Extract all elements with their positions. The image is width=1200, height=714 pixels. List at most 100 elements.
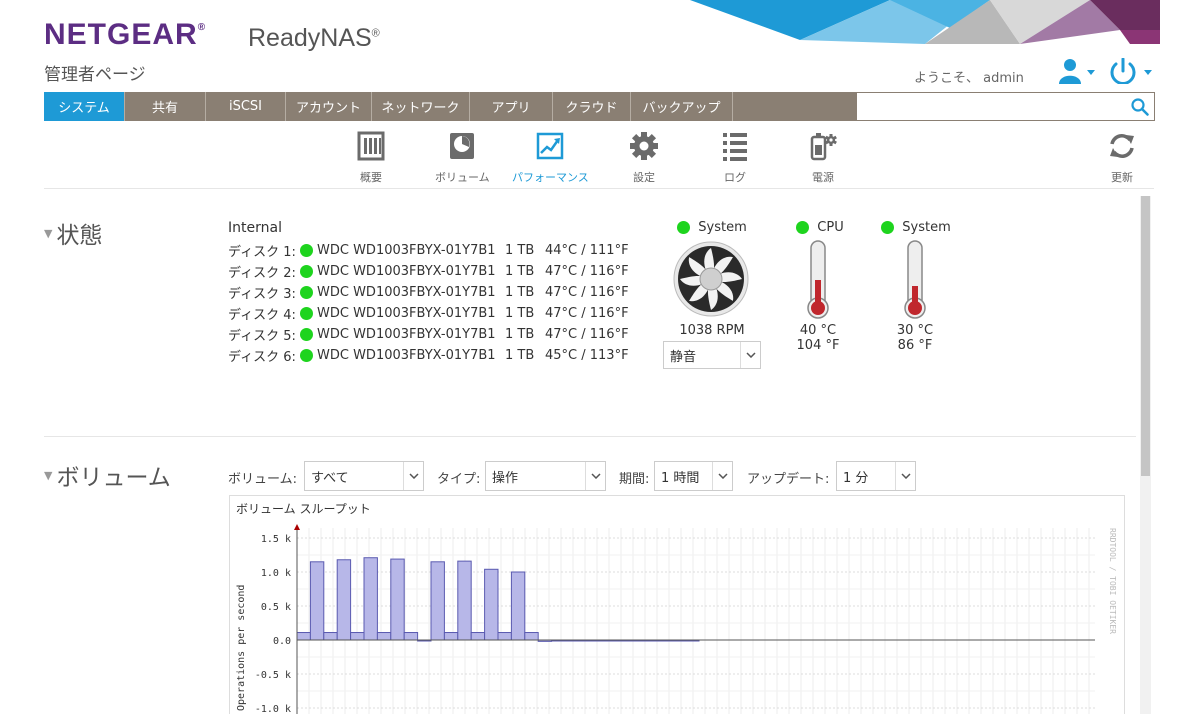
chart-bar: [457, 560, 472, 641]
tab-accounts[interactable]: アカウント: [286, 92, 372, 121]
chart-title: ボリューム スループット: [236, 502, 371, 516]
tab-system[interactable]: システム: [44, 92, 125, 121]
power-menu[interactable]: [1108, 57, 1156, 85]
chart-bar: [376, 632, 392, 641]
tab-shares[interactable]: 共有: [125, 92, 206, 121]
disk-capacity: 1 TB: [505, 306, 535, 321]
type-filter-select[interactable]: 操作: [485, 461, 606, 491]
disk-temp: 47°C / 116°F: [545, 306, 629, 321]
chart-bar: [470, 632, 486, 641]
subnav-logs[interactable]: ログ: [721, 131, 749, 185]
user-menu[interactable]: [1058, 58, 1102, 84]
chart-y-tick: -1.0 k: [255, 704, 291, 714]
tab-apps[interactable]: アプリ: [470, 92, 553, 121]
chart-bar: [497, 632, 512, 641]
system-temp-c: 30 °C: [896, 323, 934, 338]
chart-watermark: RRDTOOL / TOBI OETIKER: [1108, 528, 1117, 634]
cpu-sensor: CPU: [790, 220, 850, 235]
disk-temp: 45°C / 113°F: [545, 348, 629, 363]
volume-section-toggle[interactable]: ▼ ボリューム: [44, 458, 171, 492]
disk-row: ディスク 5: WDC WD1003FBYX-01Y7B1 1 TB 47°C / 1…: [228, 324, 629, 345]
disk-capacity: 1 TB: [505, 243, 535, 258]
tab-network[interactable]: ネットワーク: [372, 92, 470, 121]
content-scrollbar[interactable]: [1140, 196, 1151, 714]
main-nav: システム 共有 iSCSI アカウント ネットワーク アプリ クラウド バックア…: [44, 92, 856, 121]
chart-bar: [484, 568, 499, 641]
chart-axis-arrow: [294, 524, 300, 530]
performance-icon: [537, 132, 564, 160]
volume-section-title: ボリューム: [56, 465, 171, 491]
refresh-button[interactable]: 更新: [1108, 131, 1136, 185]
chart-y-tick: 1.0 k: [261, 568, 291, 579]
volume-icon: [450, 133, 475, 159]
status-section-toggle[interactable]: ▼ 状態: [44, 216, 102, 250]
volume-filter-select[interactable]: すべて: [304, 461, 424, 491]
disk-row: ディスク 1: WDC WD1003FBYX-01Y7B1 1 TB 44°C / 1…: [228, 240, 629, 261]
disk-name: ディスク 3:: [228, 287, 296, 302]
scrollbar-thumb[interactable]: [1141, 196, 1150, 476]
chart-bar: [510, 571, 526, 641]
subnav-label: 電源: [812, 171, 834, 184]
tab-cloud[interactable]: クラウド: [553, 92, 631, 121]
collapse-triangle-icon: ▼: [44, 226, 53, 240]
cpu-temp-c: 40 °C: [799, 323, 837, 338]
main-content: ▼ 状態 Internal ディスク 1: WDC WD1003FBYX-01Y7…: [44, 190, 1154, 714]
chevron-down-icon: [585, 462, 605, 490]
chart-bar: [309, 561, 325, 641]
chart-bar: [350, 632, 365, 641]
disk-capacity: 1 TB: [505, 327, 535, 342]
chevron-down-icon: [895, 462, 915, 490]
system-temp-sensor: System: [881, 220, 951, 235]
chevron-down-icon: [740, 342, 760, 368]
chart-y-tick: 0.0: [273, 636, 291, 647]
status-dot: [300, 307, 313, 320]
disk-capacity: 1 TB: [505, 264, 535, 279]
fan-mode-select[interactable]: 静音: [663, 341, 761, 369]
subnav-overview[interactable]: 概要: [357, 131, 385, 185]
chart-y-tick: 1.5 k: [261, 534, 291, 545]
chart-y-tick: 0.5 k: [261, 602, 291, 613]
chart-bar: [336, 559, 352, 641]
update-filter-select[interactable]: 1 分: [836, 461, 916, 491]
disk-name: ディスク 4:: [228, 308, 296, 323]
subnav-label: ボリューム: [435, 171, 490, 184]
fan-mode-value: 静音: [670, 349, 697, 365]
chevron-down-icon: [712, 462, 732, 490]
disk-row: ディスク 3: WDC WD1003FBYX-01Y7B1 1 TB 47°C / 1…: [228, 282, 629, 303]
disk-model: WDC WD1003FBYX-01Y7B1: [317, 243, 496, 258]
power-icon: [1110, 57, 1152, 85]
subnav-performance[interactable]: パフォーマンス: [512, 131, 589, 185]
subnav-power[interactable]: 電源: [809, 131, 837, 185]
search-input[interactable]: [857, 93, 1122, 120]
period-filter-select[interactable]: 1 時間: [654, 461, 733, 491]
subnav-label: 設定: [633, 171, 655, 184]
status-dot: [796, 221, 810, 234]
overview-icon: [357, 131, 385, 161]
chart-y-label: Operations per second: [236, 585, 247, 711]
subnav-settings[interactable]: 設定: [630, 131, 658, 185]
status-dot: [300, 244, 313, 257]
period-filter-value: 1 時間: [661, 470, 700, 486]
throughput-chart: ボリューム スループット 1.5 k 1.0 k 0.5 k 0.0 -0.5 k -1.0…: [229, 495, 1125, 714]
thermometer-icon: [807, 240, 829, 319]
cpu-temp-f: 104 °F: [796, 338, 840, 353]
status-section-title: 状態: [56, 223, 103, 249]
fan-rpm: 1038 RPM: [679, 323, 745, 338]
section-divider: [44, 436, 1136, 437]
refresh-label: 更新: [1111, 171, 1133, 184]
collapse-triangle-icon: ▼: [44, 468, 53, 482]
chart-bar: [296, 632, 311, 641]
volume-filter-label: ボリューム:: [228, 472, 297, 487]
cpu-title: CPU: [817, 220, 844, 235]
tab-backup[interactable]: バックアップ: [631, 92, 733, 121]
update-filter-value: 1 分: [843, 470, 869, 486]
subnav-label: パフォーマンス: [512, 171, 589, 184]
chart-bar: [363, 557, 378, 641]
tab-iscsi[interactable]: iSCSI: [206, 92, 286, 121]
subnav-volume[interactable]: ボリューム: [435, 131, 490, 185]
fan-icon: [673, 241, 749, 317]
disk-temp: 47°C / 116°F: [545, 285, 629, 300]
search-icon[interactable]: [1131, 98, 1149, 116]
disk-name: ディスク 1:: [228, 245, 296, 260]
internal-label: Internal: [228, 220, 282, 236]
